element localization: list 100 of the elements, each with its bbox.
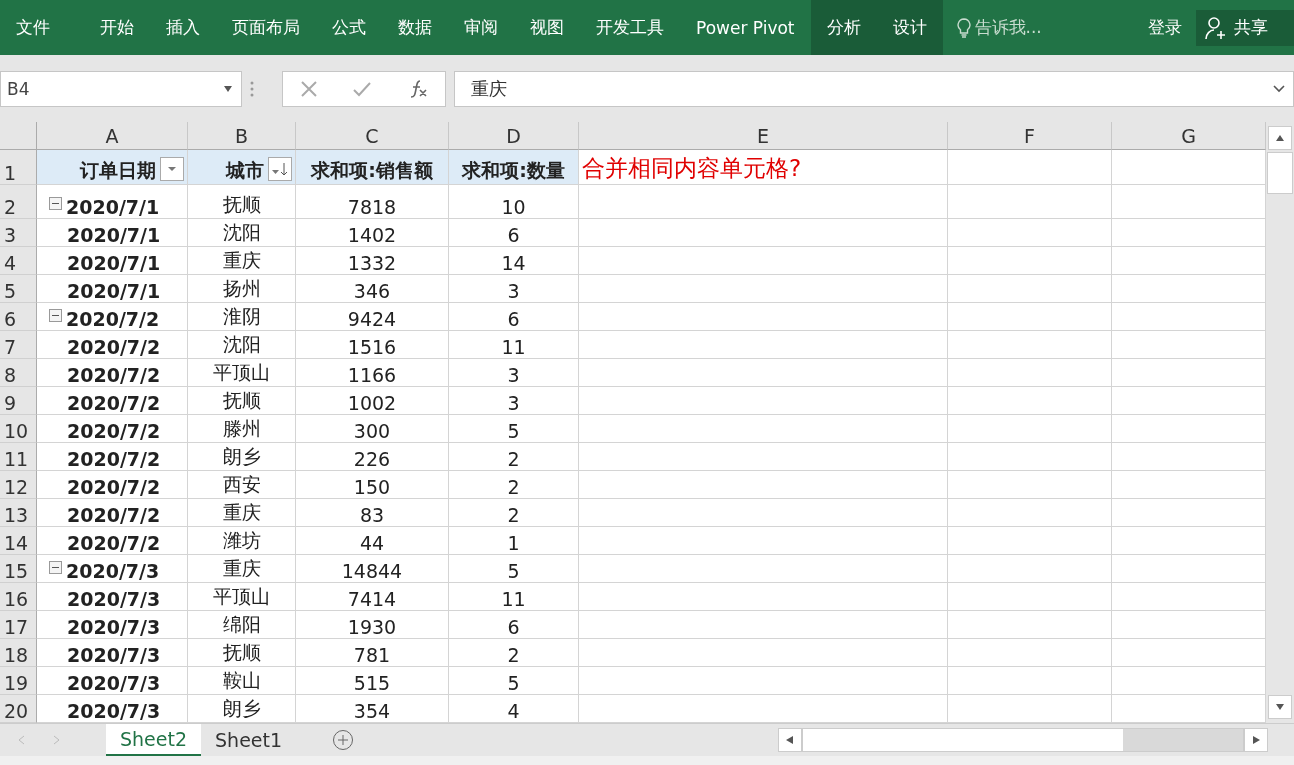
sales-cell: 300 — [296, 415, 449, 443]
column-header[interactable]: B — [188, 122, 296, 150]
scrollbar-thumb[interactable] — [1267, 152, 1293, 194]
row-header[interactable]: 4 — [0, 247, 37, 275]
row-header[interactable]: 1 — [0, 150, 37, 185]
row-header[interactable]: 13 — [0, 499, 37, 527]
ribbon-tab[interactable]: 审阅 — [448, 0, 514, 55]
scroll-down-button[interactable] — [1268, 695, 1292, 719]
sort-caret-icon — [271, 161, 289, 177]
city-cell: 重庆 — [188, 555, 296, 583]
sales-cell: 1930 — [296, 611, 449, 639]
row-header[interactable]: 3 — [0, 219, 37, 247]
column-header[interactable]: C — [296, 122, 449, 150]
column-header[interactable]: E — [579, 122, 948, 150]
sign-in-link[interactable]: 登录 — [1148, 16, 1182, 39]
date-cell: 2020/7/3 — [37, 611, 188, 639]
row-header[interactable]: 14 — [0, 527, 37, 555]
sales-cell: 1002 — [296, 387, 449, 415]
scroll-up-button[interactable] — [1268, 126, 1292, 150]
quantity-cell: 3 — [449, 275, 579, 303]
minus-icon — [52, 564, 59, 571]
minus-icon — [52, 200, 59, 207]
ribbon-tab[interactable]: 页面布局 — [216, 0, 316, 55]
row-header[interactable]: 8 — [0, 359, 37, 387]
quantity-cell: 2 — [449, 443, 579, 471]
collapse-button[interactable] — [49, 309, 62, 322]
ribbon-tab[interactable]: 分析 — [810, 0, 877, 55]
ribbon-tab[interactable]: 视图 — [514, 0, 580, 55]
header-label: 订单日期 — [80, 158, 156, 183]
city-cell: 抚顺 — [188, 185, 296, 219]
horizontal-scrollbar-thumb[interactable] — [803, 729, 1123, 751]
column-header[interactable]: D — [449, 122, 579, 150]
sales-cell: 781 — [296, 639, 449, 667]
scroll-left-button[interactable] — [778, 728, 802, 752]
sales-cell: 83 — [296, 499, 449, 527]
ribbon-tab[interactable]: 公式 — [316, 0, 382, 55]
city-cell: 重庆 — [188, 247, 296, 275]
sort-filter-button[interactable] — [268, 157, 292, 181]
scroll-right-button[interactable] — [1244, 728, 1268, 752]
ribbon-tab[interactable]: Power Pivot — [680, 0, 811, 55]
row-header[interactable]: 17 — [0, 611, 37, 639]
sales-cell: 1166 — [296, 359, 449, 387]
filter-dropdown-button[interactable] — [160, 157, 184, 181]
row-header[interactable]: 7 — [0, 331, 37, 359]
person-add-icon — [1204, 15, 1228, 40]
sheet-tab[interactable]: Sheet1 — [201, 724, 297, 756]
row-header[interactable]: 20 — [0, 695, 37, 723]
date-cell: 2020/7/3 — [37, 695, 188, 723]
column-header[interactable]: F — [948, 122, 1112, 150]
formula-input[interactable]: 重庆 — [454, 70, 1294, 107]
share-button[interactable]: 共享 — [1196, 9, 1294, 46]
lightbulb-icon — [956, 17, 971, 38]
tell-me-search[interactable]: 告诉我... — [956, 16, 1042, 39]
ribbon-tab[interactable]: 数据 — [382, 0, 448, 55]
collapse-button[interactable] — [49, 197, 62, 210]
quantity-cell: 2 — [449, 639, 579, 667]
ribbon-tab[interactable]: 设计 — [876, 0, 943, 55]
expand-chevron-icon[interactable] — [1273, 84, 1285, 93]
date-cell: 2020/7/3 — [37, 583, 188, 611]
row-header[interactable]: 16 — [0, 583, 37, 611]
row-header[interactable]: 19 — [0, 667, 37, 695]
city-cell: 朗乡 — [188, 695, 296, 723]
date-cell: 2020/7/3 — [37, 667, 188, 695]
date-cell: 2020/7/3 — [37, 639, 188, 667]
sales-cell: 44 — [296, 527, 449, 555]
row-header[interactable]: 2 — [0, 185, 37, 219]
row-header[interactable]: 12 — [0, 471, 37, 499]
sales-cell: 14844 — [296, 555, 449, 583]
ribbon-tab[interactable]: 开始 — [84, 0, 150, 55]
add-sheet-icon[interactable] — [332, 729, 355, 751]
row-header[interactable]: 9 — [0, 387, 37, 415]
row-header[interactable]: 18 — [0, 639, 37, 667]
column-header[interactable]: G — [1112, 122, 1266, 150]
quantity-cell: 3 — [449, 387, 579, 415]
sales-cell: 7818 — [296, 185, 449, 219]
row-header[interactable]: 6 — [0, 303, 37, 331]
row-header[interactable]: 11 — [0, 443, 37, 471]
city-cell: 沈阳 — [188, 219, 296, 247]
ribbon-tab[interactable]: 插入 — [150, 0, 216, 55]
drag-handle-icon — [250, 80, 254, 97]
ribbon-tab[interactable]: 文件 — [0, 0, 84, 55]
collapse-button[interactable] — [49, 561, 62, 574]
name-box[interactable]: B4 — [0, 70, 242, 107]
quantity-cell: 11 — [449, 583, 579, 611]
column-header[interactable]: A — [37, 122, 188, 150]
dropdown-arrow-icon — [223, 84, 233, 93]
left-arrow-icon — [785, 736, 795, 744]
sales-cell: 1516 — [296, 331, 449, 359]
sheet-tab[interactable]: Sheet2 — [106, 724, 202, 756]
date-cell: 2020/7/2 — [37, 499, 188, 527]
quantity-cell: 5 — [449, 415, 579, 443]
row-header[interactable]: 5 — [0, 275, 37, 303]
date-cell: 2020/7/1 — [37, 219, 188, 247]
ribbon-tab[interactable]: 开发工具 — [580, 0, 680, 55]
quantity-cell: 2 — [449, 499, 579, 527]
row-header[interactable]: 10 — [0, 415, 37, 443]
date-cell: 2020/7/1 — [37, 275, 188, 303]
up-arrow-icon — [1275, 134, 1285, 142]
header-label: 求和项:销售额 — [311, 158, 433, 183]
row-header[interactable]: 15 — [0, 555, 37, 583]
